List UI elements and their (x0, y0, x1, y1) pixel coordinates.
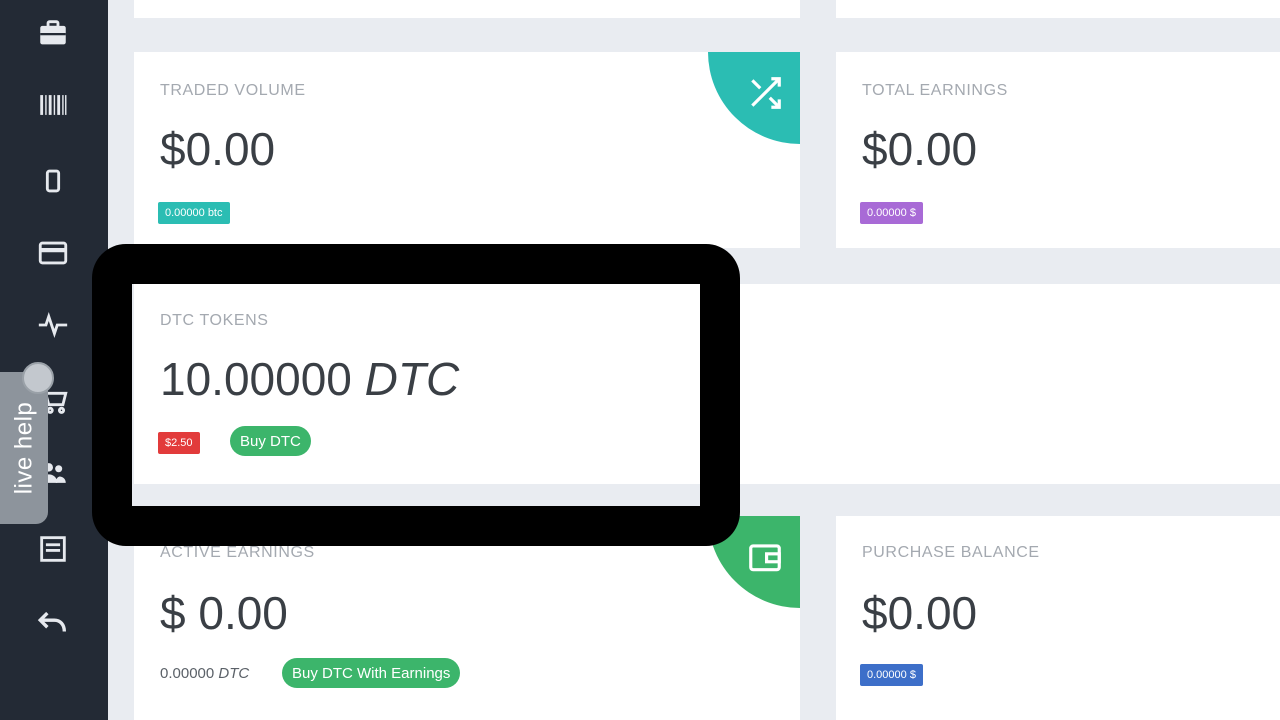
activity-icon[interactable] (30, 302, 76, 348)
card-label: PURCHASE BALANCE (862, 544, 1040, 561)
credit-card-icon[interactable] (30, 230, 76, 276)
card-value: $ 0.00 (160, 587, 288, 639)
btc-badge: 0.00000 btc (158, 202, 230, 224)
card-purchase-balance: PURCHASE BALANCE $0.00 0.00000 $ (836, 516, 1280, 720)
price-badge: $2.50 (158, 432, 200, 454)
card-total-earnings: TOTAL EARNINGS $0.00 0.00000 $ (836, 52, 1280, 248)
live-help-label-wrap[interactable]: live help (2, 372, 46, 524)
card-dtc-tokens: DTC TOKENS 10.00000 DTC $2.50 Buy DTC (134, 284, 800, 484)
buy-dtc-button[interactable]: Buy DTC (230, 426, 311, 456)
dtc-amount: 10.00000 (160, 353, 352, 405)
card-value: $0.00 (862, 123, 978, 175)
card-label: DTC TOKENS (160, 312, 269, 329)
card-empty (740, 284, 1280, 484)
card-active-earnings: ACTIVE EARNINGS $ 0.00 0.00000 DTC Buy D… (134, 516, 800, 720)
undo-icon[interactable] (30, 600, 76, 646)
usd-badge: 0.00000 $ (860, 664, 923, 686)
card-label: TRADED VOLUME (160, 82, 306, 99)
mobile-icon[interactable] (30, 158, 76, 204)
card-traded-volume: TRADED VOLUME $0.00 0.00000 btc (134, 52, 800, 248)
card-value: 10.00000 DTC (160, 352, 459, 406)
dtc-unit: DTC (364, 353, 460, 405)
sidebar (0, 0, 108, 720)
card-top-left-partial (134, 0, 800, 18)
card-label: TOTAL EARNINGS (862, 82, 1008, 99)
briefcase-icon[interactable] (30, 10, 76, 56)
wallet-icon (746, 538, 784, 581)
corner-accent (708, 516, 800, 608)
corner-accent (708, 52, 800, 144)
barcode-icon[interactable] (30, 82, 76, 128)
card-value: $0.00 (862, 587, 978, 639)
card-value: $0.00 (160, 123, 276, 175)
card-top-right-partial (836, 0, 1280, 18)
document-icon[interactable] (30, 526, 76, 572)
usd-badge: 0.00000 $ (860, 202, 923, 224)
card-label: ACTIVE EARNINGS (160, 544, 315, 561)
live-help-label: live help (10, 401, 37, 495)
earnings-dtc-amount: 0.00000 DTC (160, 665, 250, 682)
shuffle-icon (746, 74, 784, 117)
buy-dtc-with-earnings-button[interactable]: Buy DTC With Earnings (282, 658, 461, 688)
